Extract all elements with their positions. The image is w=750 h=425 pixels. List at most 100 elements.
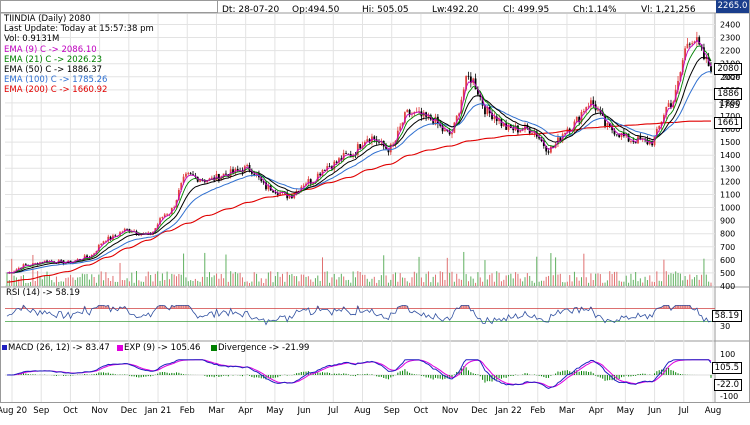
candle-body — [582, 110, 585, 113]
divergence-label: Divergence -> -21.99 — [218, 343, 310, 353]
x-tick-label: Jun — [647, 406, 661, 416]
exp-label: EXP (9) -> 105.46 — [124, 343, 201, 353]
candle-body — [114, 235, 117, 237]
candle-body — [467, 75, 470, 77]
x-tick-label: Oct — [63, 406, 78, 416]
x-tick-label: Jan 21 — [144, 406, 172, 416]
y-tick-label: 1200 — [720, 177, 740, 186]
symbol-input-box — [0, 0, 218, 13]
price-box-1785: 1785 — [718, 101, 740, 111]
candle-body — [606, 122, 609, 126]
y-tick-label: 1000 — [720, 204, 740, 213]
x-tick-label: Aug — [354, 406, 371, 416]
header-low: Lw:492.20 — [432, 5, 479, 15]
rsi-value-box: 58.19 — [711, 310, 742, 322]
macd-legend-swatch — [2, 345, 7, 350]
x-tick-label: Aug — [705, 406, 722, 416]
candle-body — [359, 144, 362, 149]
x-tick-label: Jun — [296, 406, 310, 416]
candle-body — [406, 109, 409, 113]
macd-tick-100: 100 — [720, 350, 736, 359]
x-tick-label: Sep — [33, 406, 49, 416]
x-tick-label: Dec — [121, 406, 138, 416]
candle-body — [444, 129, 446, 132]
header-date: Dt: 28-07-20 — [222, 5, 280, 15]
macd-value-box: 105.5 — [711, 362, 742, 374]
x-tick-label: Dec — [471, 406, 488, 416]
x-tick-label: Aug 20 — [0, 406, 27, 416]
y-tick-label: 1500 — [720, 138, 740, 147]
candle-body — [667, 103, 670, 107]
candle-body — [549, 146, 552, 153]
candle-body — [615, 134, 618, 136]
ema100-line — [6, 71, 711, 274]
x-tick-label: Feb — [180, 406, 195, 416]
candle-body — [185, 173, 187, 177]
candle-body — [328, 166, 331, 167]
x-tick-label: Oct — [414, 406, 429, 416]
candle-body — [547, 151, 550, 153]
rsi-level-tick: 30 — [720, 322, 731, 331]
legend-ema200: EMA (200) C -> 1660.92 — [4, 85, 108, 96]
y-tick-label: 900 — [720, 217, 735, 226]
y-tick-label: 500 — [720, 269, 735, 278]
candle-body — [451, 132, 453, 135]
y-tick-label: 1300 — [720, 164, 740, 173]
x-tick-label: May — [617, 406, 635, 416]
candle-body — [225, 173, 227, 175]
macd-tick-minus-100: -100 — [720, 392, 739, 401]
macd-label: MACD (26, 12) -> 83.47 — [8, 343, 110, 353]
candle-body — [686, 43, 689, 49]
volume-text: Vol: 0.9131M — [4, 34, 60, 45]
y-tick-label: 800 — [720, 230, 735, 239]
last-update-text: Last Update: Today at 15:57:38 pm — [4, 24, 154, 35]
x-tick-label: Sep — [384, 406, 400, 416]
x-tick-label: Mar — [208, 406, 225, 416]
header-change: Ch:1.14% — [573, 5, 617, 15]
legend-ema50: EMA (50) C -> 1886.37 — [4, 65, 103, 76]
last-price-box: 2265.0 — [716, 0, 749, 13]
y-tick-label: 2200 — [720, 47, 740, 56]
candle-body — [246, 164, 249, 167]
header-high: Hi: 505.05 — [362, 5, 409, 15]
candle-body — [24, 264, 27, 266]
candle-body — [100, 243, 103, 245]
y-tick-label: 1400 — [720, 151, 740, 160]
y-tick-label: 600 — [720, 256, 735, 265]
candle-body — [691, 43, 694, 45]
x-tick-label: Mar — [559, 406, 576, 416]
price-box-2026: 2026 — [722, 74, 740, 82]
legend-ema9: EMA (9) C -> 2086.10 — [4, 44, 97, 55]
candle-body — [597, 109, 599, 111]
rsi-label: RSI (14) -> 58.19 — [6, 288, 80, 298]
x-tick-label: Apr — [589, 406, 604, 416]
header-close: Cl: 499.95 — [503, 5, 550, 15]
candle-body — [575, 116, 578, 122]
header-open: Op:494.50 — [292, 5, 340, 15]
exp-legend-swatch — [117, 345, 123, 351]
divergence-value-box: -22.0 — [714, 379, 742, 391]
candle-body — [236, 168, 239, 171]
y-tick-label: 400 — [720, 282, 735, 291]
x-tick-label: Jul — [327, 406, 338, 416]
x-tick-label: Jan 22 — [494, 406, 522, 416]
ema200-line — [6, 120, 711, 283]
x-tick-label: Apr — [238, 406, 253, 416]
chart-stage: Aug 20 Sep Oct Nov Dec Jan 21 Feb Mar Apr May Jun J… — [0, 0, 750, 425]
x-tick-label: May — [266, 406, 284, 416]
legend-ema100: EMA (100) C -> 1785.26 — [4, 75, 108, 86]
x-tick-label: Jul — [678, 406, 689, 416]
header-volume: Vl: 1,21,256 — [641, 5, 696, 15]
x-tick-label: Nov — [91, 406, 108, 416]
candle-body — [592, 100, 595, 105]
y-tick-label: 700 — [720, 243, 735, 252]
candle-body — [408, 109, 411, 115]
candle-body — [710, 66, 712, 72]
candle-body — [688, 43, 691, 45]
x-tick-label: Nov — [442, 406, 459, 416]
candle-body — [218, 173, 220, 181]
candle-body — [187, 173, 190, 175]
candle-body — [519, 130, 522, 133]
y-tick-label: 2400 — [720, 20, 740, 29]
divergence-legend-swatch — [211, 345, 217, 351]
